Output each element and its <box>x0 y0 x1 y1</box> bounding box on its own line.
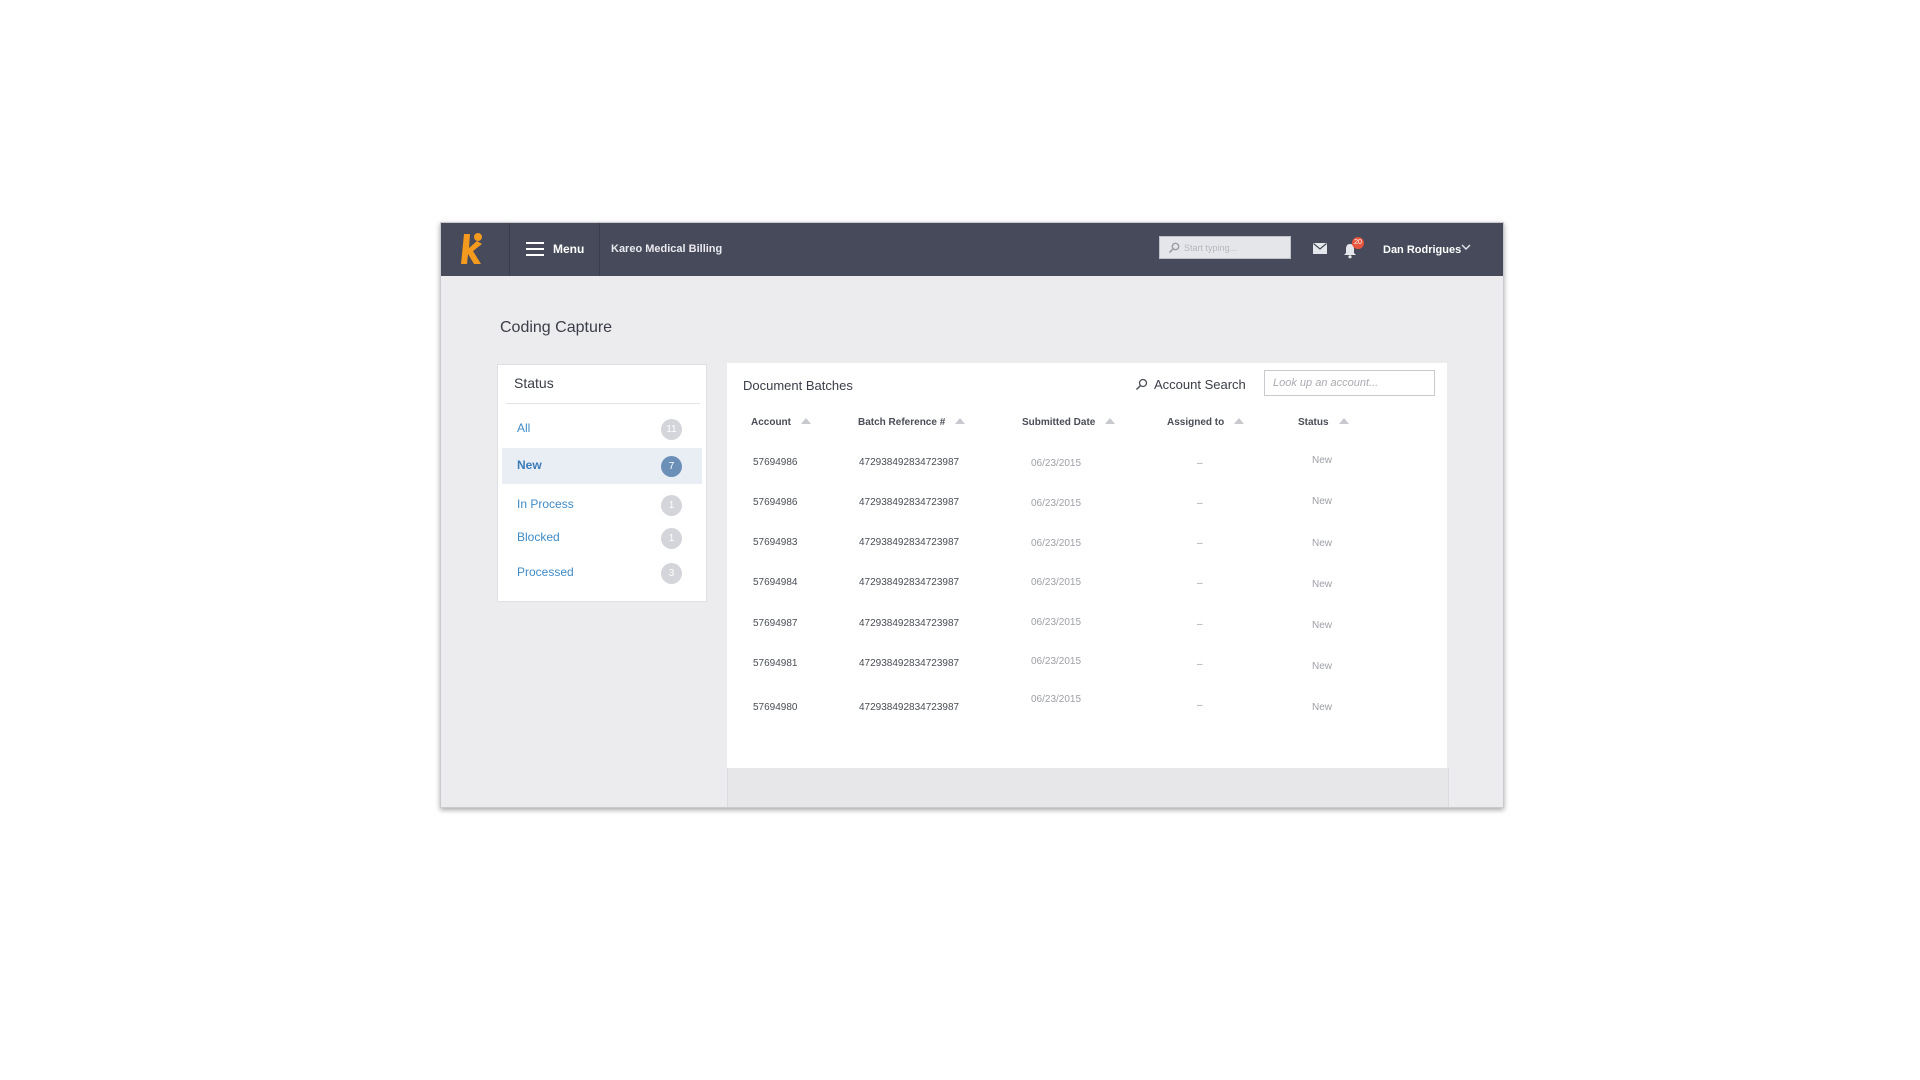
table-row[interactable]: 57694986 472938492834723987 06/23/2015 –… <box>727 496 1447 531</box>
notification-badge: 20 <box>1352 237 1364 249</box>
column-header-label: Batch Reference # <box>858 417 946 428</box>
divider <box>506 403 700 404</box>
cell-assigned-to: – <box>1197 700 1203 711</box>
column-header-label: Account <box>751 417 791 428</box>
cell-batch-reference: 472938492834723987 <box>859 702 960 713</box>
search-icon <box>1135 378 1148 391</box>
menu-label: Menu <box>553 242 585 256</box>
status-item-label: New <box>517 458 542 472</box>
cell-submitted-date: 06/23/2015 <box>1031 577 1082 588</box>
sort-arrow-icon <box>801 418 811 424</box>
cell-submitted-date: 06/23/2015 <box>1031 617 1082 628</box>
account-search-input[interactable] <box>1264 370 1435 396</box>
status-item-processed[interactable]: Processed 3 <box>502 555 702 591</box>
cell-status: New <box>1312 661 1333 672</box>
sort-arrow-icon <box>1105 418 1116 424</box>
mail-icon[interactable] <box>1313 243 1327 254</box>
status-item-label: Processed <box>517 565 574 579</box>
cell-status: New <box>1312 496 1333 507</box>
cell-assigned-to: – <box>1197 498 1203 509</box>
status-count-badge: 3 <box>661 563 682 584</box>
table-row[interactable]: 57694980 472938492834723987 06/23/2015 –… <box>727 694 1447 736</box>
menu-button[interactable]: Menu <box>509 223 600 276</box>
cell-status: New <box>1312 620 1333 631</box>
column-header-label: Assigned to <box>1167 417 1225 428</box>
cell-assigned-to: – <box>1197 619 1203 630</box>
cell-batch-reference: 472938492834723987 <box>859 577 960 588</box>
status-item-in-process[interactable]: In Process 1 <box>502 487 702 523</box>
cell-submitted-date: 06/23/2015 <box>1031 538 1082 549</box>
cell-assigned-to: – <box>1197 578 1203 589</box>
column-header-label: Submitted Date <box>1022 417 1096 428</box>
table-row[interactable]: 57694984 472938492834723987 06/23/2015 –… <box>727 577 1447 611</box>
table-row[interactable]: 57694986 472938492834723987 06/23/2015 –… <box>727 455 1447 491</box>
cell-status: New <box>1312 579 1333 590</box>
sort-arrow-icon <box>955 418 966 424</box>
column-header-label: Status <box>1298 417 1329 428</box>
page-title: Coding Capture <box>500 319 613 336</box>
table-row[interactable]: 57694981 472938492834723987 06/23/2015 –… <box>727 656 1447 692</box>
cell-submitted-date: 06/23/2015 <box>1031 498 1082 509</box>
status-item-label: Blocked <box>517 530 560 544</box>
column-header-status[interactable]: Status <box>1298 417 1349 428</box>
column-header-submitted-date[interactable]: Submitted Date <box>1022 417 1116 428</box>
cell-account: 57694987 <box>753 618 798 629</box>
status-count-badge: 7 <box>661 456 682 477</box>
notifications-button[interactable]: 20 <box>1343 237 1365 260</box>
cell-status: New <box>1312 538 1333 549</box>
column-header-assigned-to[interactable]: Assigned to <box>1167 417 1245 428</box>
cell-status: New <box>1312 702 1333 713</box>
document-batches-heading: Document Batches <box>743 378 853 393</box>
cell-assigned-to: – <box>1197 458 1203 469</box>
status-item-label: In Process <box>517 497 574 511</box>
cell-account: 57694984 <box>753 577 798 588</box>
cell-submitted-date: 06/23/2015 <box>1031 458 1082 469</box>
document-batches-panel: Document Batches Account Search Account … <box>727 363 1447 768</box>
user-name[interactable]: Dan Rodrigues <box>1383 244 1461 256</box>
column-header-account[interactable]: Account <box>751 417 811 428</box>
top-bar: Menu Kareo Medical Billing 20 Dan Rodrig… <box>441 223 1503 276</box>
global-search[interactable] <box>1159 236 1291 259</box>
hamburger-icon <box>526 242 544 256</box>
table-row[interactable]: 57694983 472938492834723987 06/23/2015 –… <box>727 537 1447 571</box>
cell-submitted-date: 06/23/2015 <box>1031 656 1082 667</box>
status-heading: Status <box>514 375 554 391</box>
cell-batch-reference: 472938492834723987 <box>859 497 960 508</box>
status-item-blocked[interactable]: Blocked 1 <box>502 520 702 556</box>
cell-batch-reference: 472938492834723987 <box>859 658 960 669</box>
app-window: Menu Kareo Medical Billing 20 Dan Rodrig… <box>440 222 1504 808</box>
chevron-down-icon[interactable] <box>1461 244 1471 251</box>
cell-assigned-to: – <box>1197 659 1203 670</box>
cell-batch-reference: 472938492834723987 <box>859 618 960 629</box>
cell-assigned-to: – <box>1197 538 1203 549</box>
cell-account: 57694980 <box>753 702 798 713</box>
kareo-logo-icon <box>461 233 482 264</box>
status-panel: Status All 11 New 7 In Process 1 Blocked… <box>497 364 707 602</box>
cell-batch-reference: 472938492834723987 <box>859 537 960 548</box>
search-icon <box>1168 242 1180 254</box>
status-item-all[interactable]: All 11 <box>502 411 702 447</box>
sort-arrow-icon <box>1338 418 1349 424</box>
table-row[interactable]: 57694987 472938492834723987 06/23/2015 –… <box>727 617 1447 652</box>
cell-submitted-date: 06/23/2015 <box>1031 694 1082 705</box>
column-header-batch-reference[interactable]: Batch Reference # <box>858 417 966 428</box>
status-item-new[interactable]: New 7 <box>502 448 702 484</box>
sort-arrow-icon <box>1234 418 1245 424</box>
status-count-badge: 11 <box>661 419 682 440</box>
cell-account: 57694983 <box>753 537 798 548</box>
status-count-badge: 1 <box>661 495 682 516</box>
cell-account: 57694986 <box>753 457 798 468</box>
document-batches-footer <box>727 768 1449 807</box>
global-search-input[interactable] <box>1184 239 1284 256</box>
cell-account: 57694986 <box>753 497 798 508</box>
logo-cell[interactable] <box>441 223 510 276</box>
cell-batch-reference: 472938492834723987 <box>859 457 960 468</box>
cell-account: 57694981 <box>753 658 798 669</box>
status-item-label: All <box>517 421 531 435</box>
status-count-badge: 1 <box>661 528 682 549</box>
app-title: Kareo Medical Billing <box>611 243 723 255</box>
cell-status: New <box>1312 455 1333 466</box>
account-search-label: Account Search <box>1154 377 1246 392</box>
